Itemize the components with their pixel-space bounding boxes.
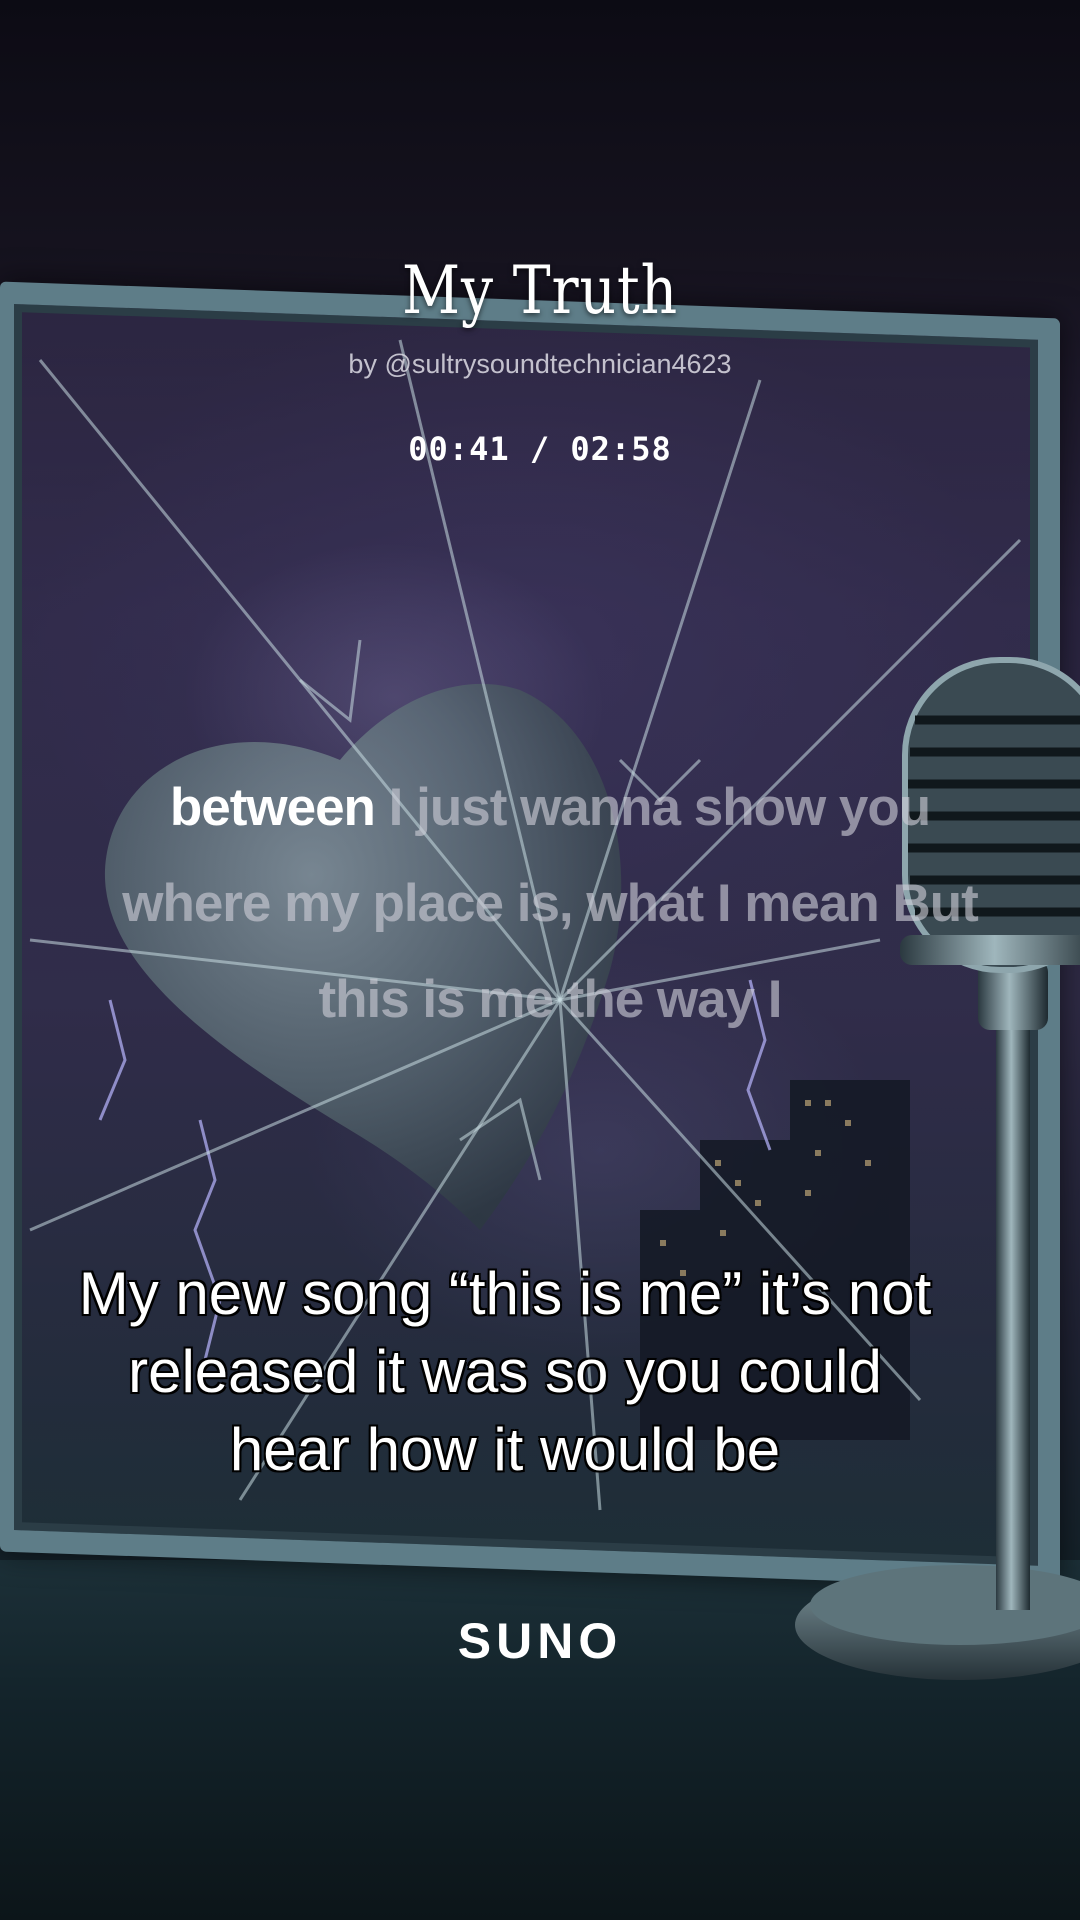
suno-logo: SUNO [457, 1613, 623, 1669]
video-caption: My new song “this is me” it’s not releas… [78, 1259, 933, 1484]
video-frame: My Truth by @sultrysoundtechnician4623 0… [0, 0, 1080, 1920]
lyric-active-word: between [169, 778, 376, 837]
song-title: My Truth [401, 252, 679, 329]
lyrics-display: between I just wanna show you where my p… [110, 760, 990, 1048]
artist-byline: by @sultrysoundtechnician4623 [348, 349, 732, 379]
playback-time: 00:41 / 02:58 [408, 430, 672, 468]
